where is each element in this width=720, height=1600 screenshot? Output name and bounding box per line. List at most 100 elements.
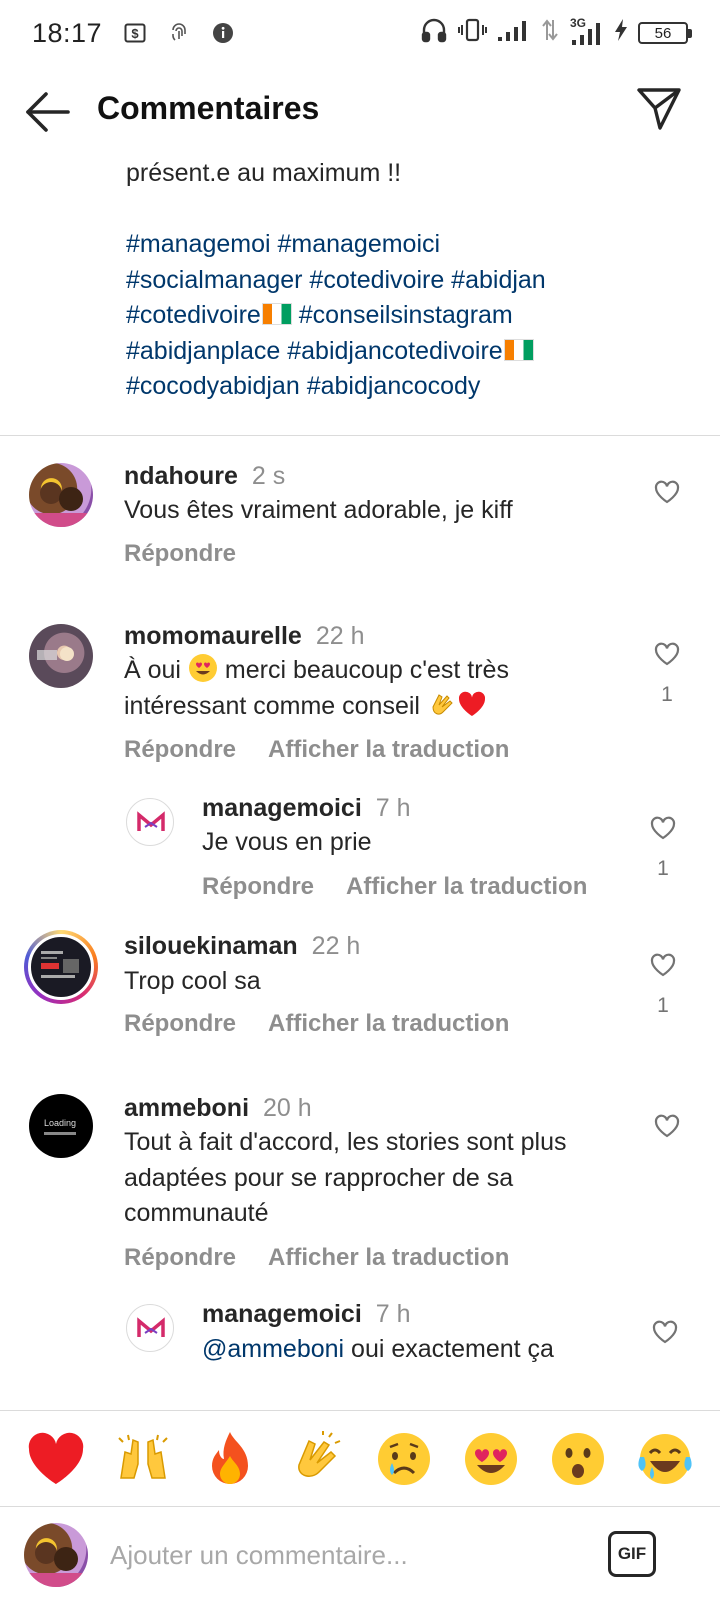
- post-caption: présent.e au maximum !! #managemoi #mana…: [126, 156, 686, 405]
- comment-username[interactable]: ammeboni 20 h: [124, 1094, 312, 1123]
- comments-scroll-area[interactable]: présent.e au maximum !! #managemoi #mana…: [0, 152, 720, 1410]
- clapping-hands-emoji-icon: [432, 693, 453, 715]
- comment-text: Tout à fait d'accord, les stories sont p…: [124, 1125, 634, 1232]
- like-button[interactable]: 1: [650, 953, 676, 1018]
- comment-composer: GIF: [0, 1506, 720, 1600]
- like-button[interactable]: [654, 480, 680, 521]
- raising-hands-emoji-icon[interactable]: [112, 1428, 174, 1490]
- comment-text-line: Tout à fait d'accord, les stories sont p…: [124, 1128, 567, 1156]
- like-button[interactable]: 1: [654, 642, 680, 707]
- username-text[interactable]: managemoici: [202, 1300, 362, 1328]
- comment-username[interactable]: ndahoure 2 s: [124, 462, 285, 491]
- caption-divider: [0, 435, 720, 436]
- vibrate-icon: [458, 18, 488, 49]
- comment-text: Je vous en prie: [202, 828, 372, 856]
- comment-input[interactable]: [110, 1535, 580, 1575]
- comment-time: 22 h: [315, 622, 365, 650]
- status-bar: 18:17 $ 3G 56: [0, 0, 720, 66]
- comment-time: 7 h: [375, 794, 411, 822]
- comment-actions: Répondre Afficher la traduction: [124, 1010, 509, 1038]
- heart-outline-icon[interactable]: [654, 1114, 680, 1138]
- heart-outline-icon[interactable]: [652, 1320, 678, 1344]
- data-arrows-icon: [542, 18, 558, 49]
- red-heart-emoji-icon[interactable]: [25, 1428, 87, 1490]
- username-text[interactable]: managemoici: [202, 794, 362, 822]
- comment-text: @ammeboni oui exactement ça: [202, 1332, 642, 1368]
- reply-button[interactable]: Répondre: [202, 873, 314, 900]
- caption-hashtags: #managemoi #managemoici #socialmanager #…: [126, 227, 686, 405]
- comment-actions: Répondre: [124, 540, 236, 568]
- avatar[interactable]: [29, 463, 93, 527]
- avatar[interactable]: [126, 1304, 174, 1352]
- translate-button[interactable]: Afficher la traduction: [268, 1244, 509, 1271]
- comment-username[interactable]: momomaurelle 22 h: [124, 622, 365, 651]
- comment-username[interactable]: managemoici 7 h: [202, 794, 411, 823]
- back-arrow-icon[interactable]: [24, 90, 72, 134]
- comment-actions: Répondre Afficher la traduction: [202, 873, 587, 901]
- heart-outline-icon[interactable]: [650, 953, 676, 977]
- like-button[interactable]: [652, 1320, 678, 1361]
- comment-time: 7 h: [375, 1300, 411, 1328]
- comment-actions: Répondre Afficher la traduction: [124, 1244, 509, 1272]
- fingerprint-icon: [168, 22, 190, 44]
- reply-button[interactable]: Répondre: [124, 540, 236, 567]
- heart-outline-icon[interactable]: [654, 642, 680, 666]
- hashtag[interactable]: #cotedivoire: [126, 301, 261, 329]
- username-text[interactable]: ammeboni: [124, 1094, 249, 1122]
- fire-emoji-icon[interactable]: [199, 1428, 261, 1490]
- reply-button[interactable]: Répondre: [124, 1010, 236, 1037]
- cote-divoire-flag-icon: [261, 303, 292, 325]
- comment-text: Vous êtes vraiment adorable, je kiff: [124, 496, 513, 524]
- comment-text-line: adaptées pour se rapprocher de sa: [124, 1163, 514, 1192]
- heart-eyes-emoji-icon[interactable]: [460, 1428, 522, 1490]
- info-icon: [212, 22, 234, 44]
- cote-divoire-flag-icon: [503, 338, 534, 361]
- like-button[interactable]: [654, 1114, 680, 1155]
- hashtag-line[interactable]: #managemoi #managemoici: [126, 227, 686, 263]
- heart-outline-icon[interactable]: [654, 480, 680, 504]
- hashtag-line[interactable]: #cocodyabidjan #abidjancocody: [126, 369, 686, 405]
- caption-text: présent.e au maximum !!: [126, 159, 402, 187]
- hashtag-line[interactable]: #socialmanager #cotedivoire #abidjan: [126, 263, 686, 299]
- avatar[interactable]: [126, 798, 174, 846]
- clapping-hands-emoji-icon[interactable]: [286, 1428, 348, 1490]
- comment-username[interactable]: silouekinaman 22 h: [124, 932, 360, 961]
- translate-button[interactable]: Afficher la traduction: [346, 873, 587, 900]
- avatar[interactable]: [29, 624, 93, 688]
- like-button[interactable]: 1: [650, 816, 676, 881]
- translate-button[interactable]: Afficher la traduction: [268, 736, 509, 763]
- send-icon[interactable]: [636, 86, 682, 132]
- quick-emoji-bar: [0, 1410, 720, 1506]
- translate-button[interactable]: Afficher la traduction: [268, 1010, 509, 1037]
- tears-of-joy-emoji-icon[interactable]: [634, 1428, 696, 1490]
- hashtag-line[interactable]: #abidjanplace #abidjancotedivoire: [126, 334, 686, 370]
- svg-text:$: $: [131, 26, 139, 41]
- battery-icon: 56: [638, 22, 692, 44]
- avatar[interactable]: Loading: [29, 1094, 93, 1158]
- hashtag[interactable]: #conseilsinstagram: [292, 301, 513, 329]
- header: Commentaires: [0, 72, 720, 152]
- gif-button[interactable]: GIF: [608, 1531, 656, 1577]
- heart-outline-icon[interactable]: [650, 816, 676, 840]
- like-count: 1: [657, 857, 669, 880]
- comment-username[interactable]: managemoici 7 h: [202, 1300, 411, 1329]
- username-text[interactable]: silouekinaman: [124, 932, 298, 960]
- red-heart-emoji-icon: [458, 691, 485, 716]
- mention-link[interactable]: @ammeboni: [202, 1335, 344, 1363]
- hashtag-line[interactable]: #cotedivoire #conseilsinstagram: [126, 298, 686, 334]
- crying-face-emoji-icon[interactable]: [373, 1428, 435, 1490]
- astonished-face-emoji-icon[interactable]: [547, 1428, 609, 1490]
- avatar: [24, 1523, 88, 1587]
- dollar-box-icon: $: [124, 22, 146, 44]
- comment-time: 2 s: [251, 462, 286, 490]
- hashtag[interactable]: #abidjanplace #abidjancotedivoire: [126, 337, 503, 365]
- avatar[interactable]: [24, 930, 98, 1004]
- username-text[interactable]: ndahoure: [124, 462, 238, 490]
- comment-text: Trop cool sa: [124, 967, 261, 995]
- reply-button[interactable]: Répondre: [124, 736, 236, 763]
- avatar-loading-text: Loading: [44, 1118, 77, 1128]
- signal-icon: [498, 18, 532, 49]
- heart-eyes-emoji-icon: [188, 654, 217, 682]
- username-text[interactable]: momomaurelle: [124, 622, 302, 650]
- reply-button[interactable]: Répondre: [124, 1244, 236, 1271]
